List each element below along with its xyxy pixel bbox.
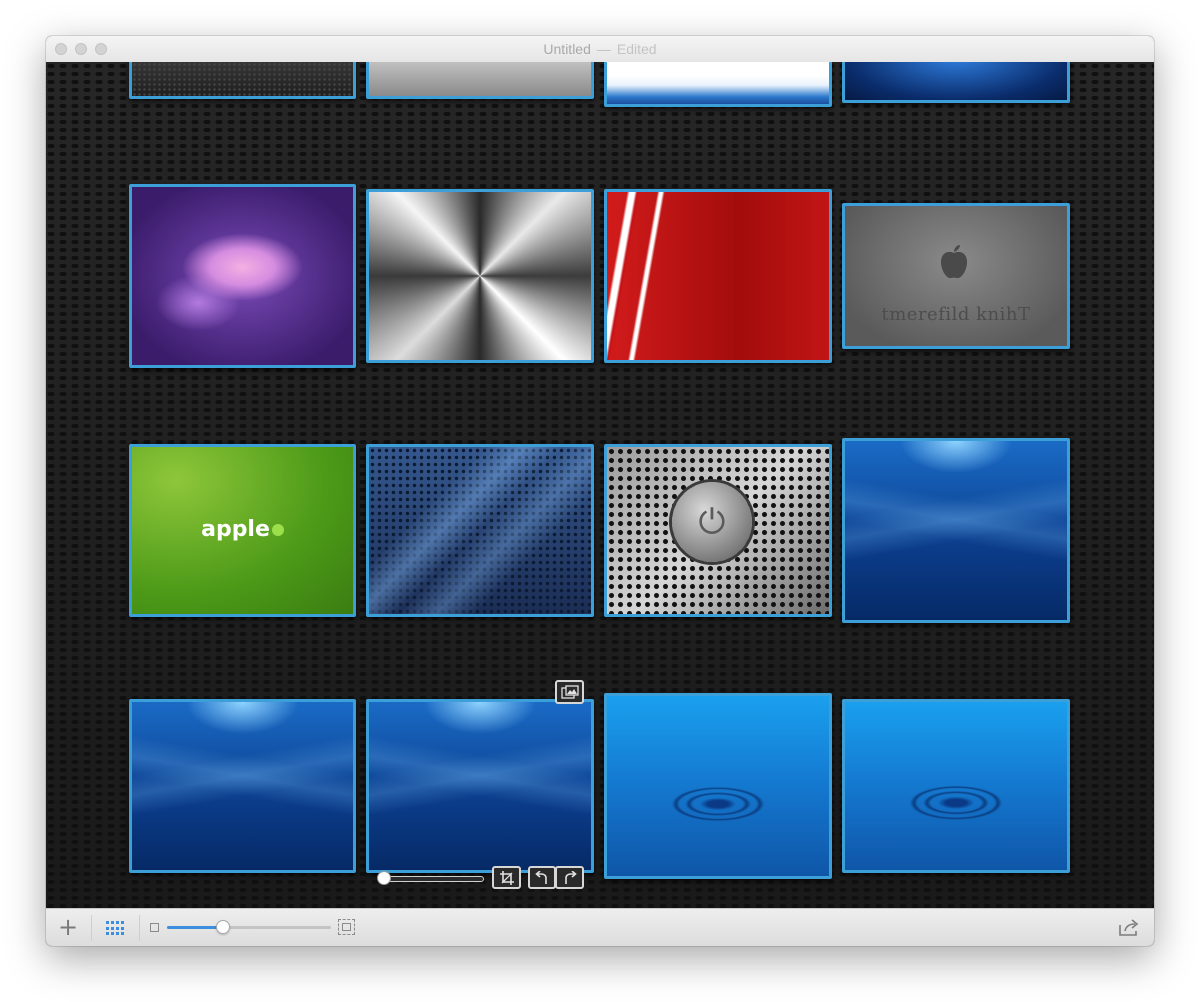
image-tile[interactable]	[604, 189, 832, 363]
image-tile[interactable]	[604, 693, 832, 879]
add-icon[interactable]: +	[58, 914, 78, 940]
image-tile[interactable]	[129, 184, 356, 368]
document-name: Untitled	[543, 41, 591, 57]
crop-button[interactable]	[492, 866, 521, 889]
apple-wordmark-text: apple	[201, 517, 270, 542]
title-separator: —	[596, 41, 611, 57]
image-dark-mesh	[132, 62, 353, 96]
grid-view-icon[interactable]	[106, 921, 124, 936]
rotate-right-button[interactable]	[555, 866, 584, 889]
image-underwater-2	[132, 702, 353, 870]
image-tile[interactable]	[604, 62, 832, 107]
image-brushed-metal	[369, 62, 591, 96]
image-water-drop-2	[845, 702, 1067, 870]
replace-image-button[interactable]	[555, 680, 584, 704]
image-red-swirl	[607, 192, 829, 360]
rotate-left-button[interactable]	[528, 866, 556, 889]
image-tile[interactable]	[842, 438, 1070, 623]
image-tile[interactable]	[129, 62, 356, 99]
image-white-blue-wave	[607, 62, 829, 104]
window-title: Untitled — Edited	[46, 41, 1154, 57]
title-bar: Untitled — Edited	[46, 36, 1154, 63]
image-tile[interactable]	[366, 444, 594, 617]
green-apple-icon	[271, 524, 284, 536]
image-deep-blue	[845, 62, 1067, 100]
image-speaker-grill: ⏻	[607, 447, 829, 614]
image-tile[interactable]	[366, 189, 594, 363]
toolbar-divider	[139, 915, 140, 941]
app-window: Untitled — Edited tmerefild knihT apple	[46, 36, 1154, 946]
crop-icon	[499, 870, 514, 885]
image-underwater-1	[845, 441, 1067, 620]
toolbar-divider	[91, 915, 92, 941]
power-icon: ⏻	[698, 502, 726, 542]
zoom-slider[interactable]	[167, 926, 331, 929]
image-tile[interactable]	[842, 62, 1070, 103]
image-gray-apple: tmerefild knihT	[845, 206, 1067, 346]
large-image-icon[interactable]	[338, 919, 355, 935]
image-tile[interactable]	[842, 699, 1070, 873]
zoom-slider-knob[interactable]	[215, 920, 230, 934]
bottom-toolbar: +	[46, 908, 1154, 946]
wallpaper-text: tmerefild knihT	[881, 304, 1031, 325]
image-leopard	[369, 447, 591, 614]
rotate-left-icon	[535, 870, 547, 884]
apple-wordmark: apple	[132, 517, 353, 542]
image-tile[interactable]	[366, 62, 594, 99]
power-button-art: ⏻	[672, 482, 752, 562]
image-zoom-slider[interactable]	[382, 876, 484, 882]
edited-status: Edited	[616, 41, 657, 57]
image-tile[interactable]: apple	[129, 444, 356, 617]
image-radial-brushed-steel	[369, 192, 591, 360]
apple-logo-icon	[939, 244, 969, 280]
image-zoom-knob[interactable]	[377, 871, 391, 885]
image-tile[interactable]: ⏻	[604, 444, 832, 617]
image-purple-clouds	[132, 187, 353, 365]
image-green-apple: apple	[132, 447, 353, 614]
zoom-slider-fill	[167, 926, 223, 929]
small-image-icon[interactable]	[150, 923, 159, 932]
collage-canvas[interactable]: tmerefild knihT apple ⏻	[46, 62, 1154, 908]
image-tile[interactable]	[129, 699, 356, 873]
image-underwater-3	[369, 702, 591, 870]
share-icon[interactable]	[1118, 919, 1140, 937]
image-tile[interactable]: tmerefild knihT	[842, 203, 1070, 349]
image-tile-selected[interactable]	[366, 699, 594, 873]
rotate-right-icon	[564, 870, 577, 884]
replace-image-icon	[560, 685, 579, 699]
image-water-drop-1	[607, 696, 829, 876]
